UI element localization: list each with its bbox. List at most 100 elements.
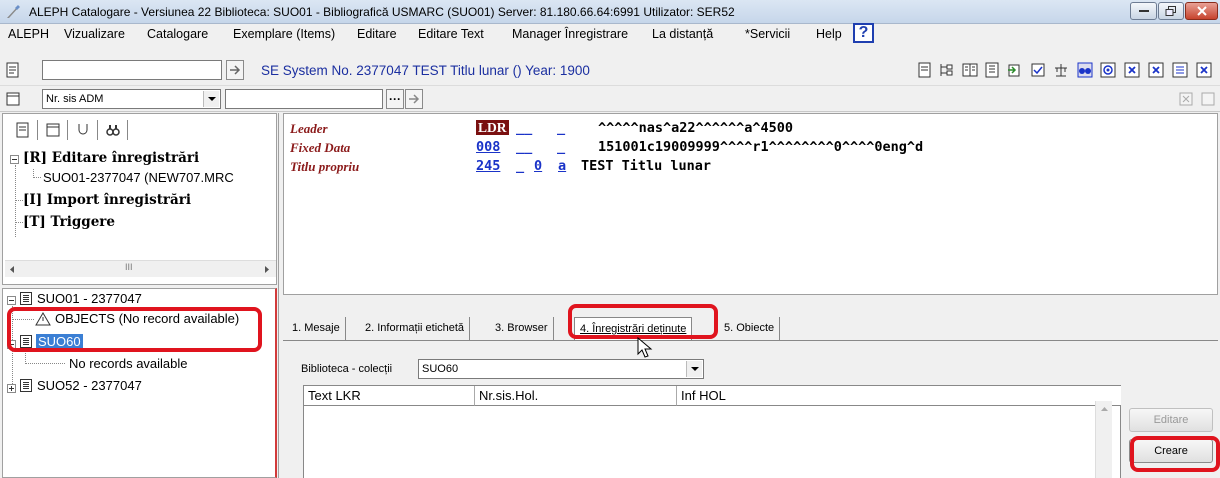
hierarchy-icon[interactable] — [1053, 62, 1069, 78]
minimize-icon — [1138, 10, 1149, 12]
holdings-panel: Biblioteca - colecții SUO60 Text LKR Nr.… — [287, 341, 1216, 478]
target-icon[interactable] — [1100, 62, 1116, 78]
menu-servicii[interactable]: *Servicii — [745, 27, 790, 41]
document-tab-icon[interactable] — [15, 122, 31, 138]
mouse-cursor-icon — [637, 337, 653, 358]
field-ind1-ldr[interactable]: __ — [516, 120, 532, 136]
field-ind1-008[interactable]: __ — [516, 139, 532, 155]
tree-triggere[interactable]: [T] Triggere — [23, 214, 115, 230]
tab-obiecte[interactable]: 5. Obiecte — [719, 317, 781, 340]
menu-editare-text[interactable]: Editare Text — [418, 27, 484, 41]
system-record-label: SE System No. 2377047 TEST Titlu lunar (… — [261, 63, 590, 78]
search-index-select[interactable]: Nr. sis ADM — [42, 89, 221, 109]
close-button[interactable] — [1185, 2, 1218, 20]
go-arrow-button[interactable] — [226, 60, 244, 80]
help-icon[interactable]: ? — [853, 23, 874, 43]
menu-manager-inregistrare[interactable]: Manager Înregistrare — [512, 27, 628, 41]
collapse-toggle[interactable] — [7, 296, 16, 305]
menu-la-distanta[interactable]: La distanță — [652, 27, 713, 41]
tree-editare-inregistrari[interactable]: [R] Editare înregistrări — [23, 150, 199, 166]
col-inf-hol[interactable]: Inf HOL — [677, 386, 1121, 406]
menu-bar: ALEPH Vizualizare Catalogare Exemplare (… — [0, 24, 1220, 45]
field-tag-ldr[interactable]: LDR — [476, 120, 509, 136]
field-ind1-245[interactable]: _ — [516, 158, 524, 174]
delete-icon[interactable] — [1124, 62, 1140, 78]
tree-import-inregistrari[interactable]: [I] Import înregistrări — [23, 192, 191, 208]
search-binoculars-icon[interactable] — [105, 122, 121, 138]
scroll-thumb[interactable]: III — [125, 262, 133, 272]
field-tag-245[interactable]: 245 — [476, 158, 500, 174]
menu-editare[interactable]: Editare — [357, 27, 397, 41]
minimize-button[interactable] — [1130, 2, 1157, 20]
menu-aleph[interactable]: ALEPH — [8, 27, 49, 41]
aleph-app-icon — [7, 5, 20, 18]
editare-button[interactable]: Editare — [1129, 408, 1213, 432]
tree-suo52[interactable]: SUO52 - 2377047 — [37, 378, 142, 393]
window-icon[interactable] — [5, 91, 21, 107]
horizontal-scrollbar[interactable]: III — [5, 260, 276, 277]
document-icon[interactable] — [5, 62, 21, 78]
tab-mesaje[interactable]: 1. Mesaje — [287, 317, 346, 340]
window-title: ALEPH Catalogare - Versiunea 22 Bibliote… — [29, 5, 735, 19]
book-icon[interactable] — [962, 62, 978, 78]
field-subfield-245[interactable]: a — [558, 158, 566, 174]
field-name-fixed-data: Fixed Data — [290, 140, 351, 155]
holdings-table[interactable]: Text LKR Nr.sis.Hol. Inf HOL — [303, 385, 1121, 478]
highlight-objects-suo60 — [7, 307, 262, 352]
search-go-button[interactable] — [405, 89, 423, 109]
tab-browser[interactable]: 3. Browser — [490, 317, 554, 340]
tools-tab-icon[interactable] — [75, 122, 91, 138]
expand-toggle[interactable] — [7, 384, 16, 393]
window-tab-icon[interactable] — [45, 122, 61, 138]
field-tag-008[interactable]: 008 — [476, 139, 500, 155]
collapse-toggle[interactable] — [10, 155, 19, 164]
binoculars-icon[interactable] — [1077, 62, 1093, 78]
check-icon[interactable] — [1030, 62, 1046, 78]
menu-vizualizare[interactable]: Vizualizare — [64, 27, 125, 41]
col-nr-sis-hol[interactable]: Nr.sis.Hol. — [475, 386, 677, 406]
export-icon[interactable] — [1006, 62, 1022, 78]
bottom-tabs-area: 1. Mesaje 2. Informații etichetă 3. Brow… — [283, 297, 1220, 478]
library-label: Biblioteca - colecții — [301, 363, 393, 375]
record-icon — [20, 379, 32, 392]
chevron-down-icon — [686, 361, 702, 377]
scroll-up-icon[interactable] — [1100, 405, 1109, 412]
field-content-008[interactable]: 151001c19009999^^^^r1^^^^^^^^0^^^^0eng^d — [598, 139, 923, 155]
close-record-icon[interactable] — [1148, 62, 1164, 78]
tree-root-record[interactable]: SUO01 - 2377047 — [37, 291, 142, 306]
vertical-scrollbar[interactable] — [1095, 401, 1112, 478]
tree-view-icon[interactable] — [938, 62, 954, 78]
field-ind2-245[interactable]: 0 — [534, 158, 542, 174]
field-content-245[interactable]: TEST Titlu lunar — [581, 158, 711, 174]
close-icon — [1196, 6, 1207, 16]
menu-help[interactable]: Help — [816, 27, 842, 41]
more-tools-icon[interactable] — [1196, 62, 1212, 78]
chevron-down-icon — [203, 91, 219, 107]
col-text-lkr[interactable]: Text LKR — [304, 386, 475, 406]
right-pane: Leader LDR __ _ ^^^^^nas^a22^^^^^^a^4500… — [283, 113, 1220, 478]
system-number-input[interactable] — [42, 60, 222, 80]
print-icon[interactable] — [1172, 62, 1188, 78]
field-ind2-ldr[interactable]: _ — [557, 120, 565, 136]
menu-exemplare[interactable]: Exemplare (Items) — [233, 27, 335, 41]
scroll-left-icon[interactable] — [8, 265, 16, 274]
highlight-creare-button — [1130, 436, 1220, 472]
field-ind2-008[interactable]: _ — [557, 139, 565, 155]
search-value-input[interactable] — [225, 89, 383, 109]
restore-button[interactable] — [1158, 2, 1184, 20]
highlight-tab-inregistrari — [568, 304, 718, 339]
tab-informatii-eticheta[interactable]: 2. Informații etichetă — [360, 317, 471, 340]
disabled-tool-icon[interactable] — [1178, 91, 1194, 107]
disabled-tool-icon-2[interactable] — [1200, 91, 1216, 107]
record-icon — [20, 292, 32, 305]
arrow-right-icon — [230, 65, 241, 75]
menu-catalogare[interactable]: Catalogare — [147, 27, 208, 41]
library-select[interactable]: SUO60 — [418, 359, 704, 379]
browse-button[interactable]: ··· — [386, 89, 404, 109]
scroll-right-icon[interactable] — [263, 265, 271, 274]
field-content-ldr[interactable]: ^^^^^nas^a22^^^^^^a^4500 — [598, 120, 793, 136]
list-icon[interactable] — [984, 62, 1000, 78]
marc-record-editor[interactable]: Leader LDR __ _ ^^^^^nas^a22^^^^^^a^4500… — [283, 113, 1218, 295]
new-record-icon[interactable] — [917, 62, 933, 78]
tree-record-entry[interactable]: SUO01-2377047 (NEW707.MRC — [43, 170, 234, 185]
